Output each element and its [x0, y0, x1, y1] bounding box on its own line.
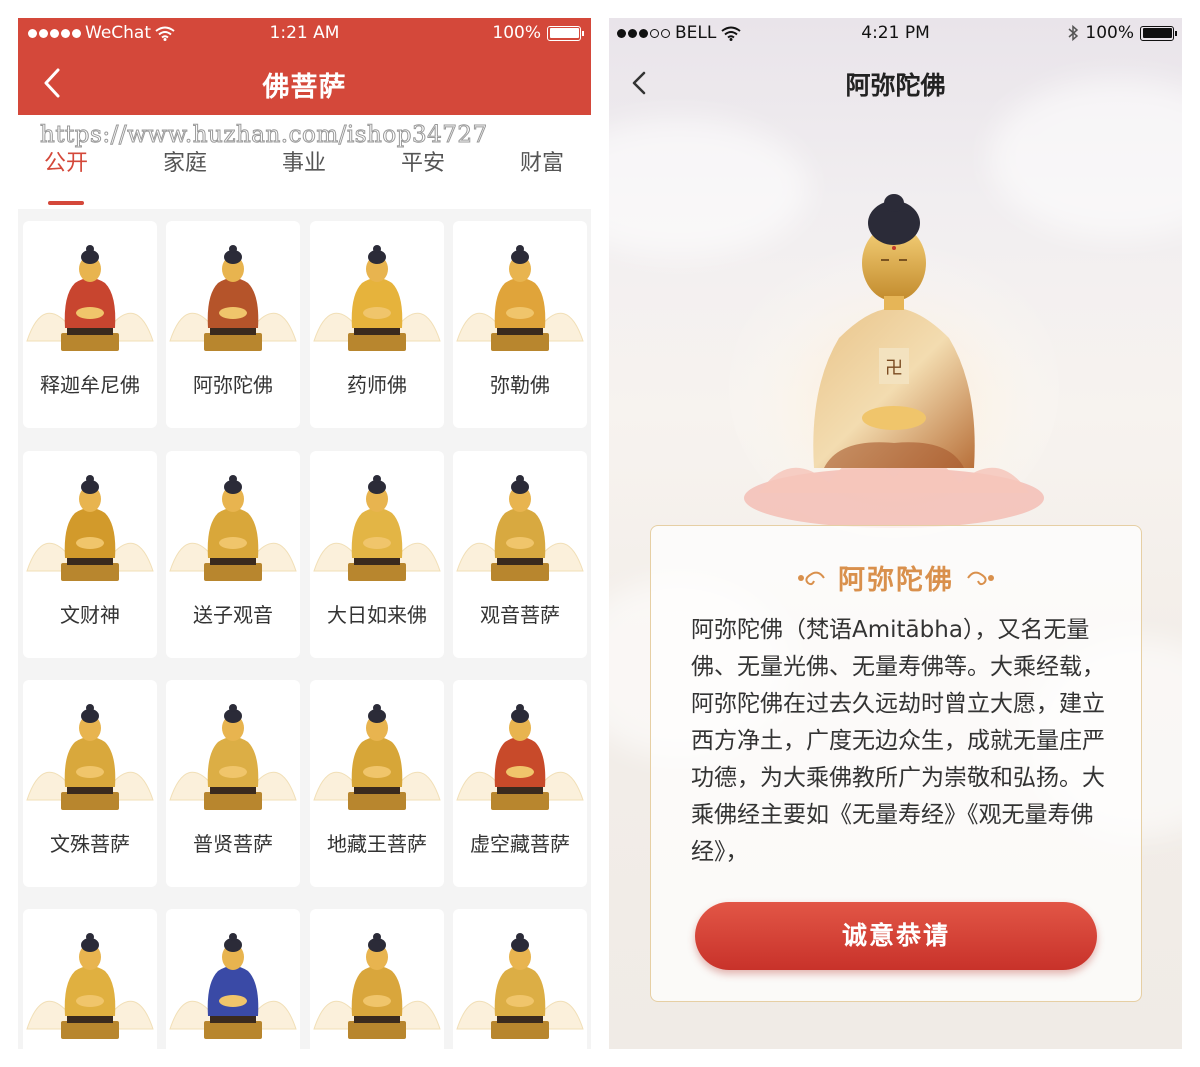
card-title: 阿弥陀佛 — [838, 565, 954, 596]
deity-name: 送子观音 — [193, 603, 273, 627]
deity-card[interactable]: 弥勒佛 — [453, 221, 587, 428]
svg-text:卍: 卍 — [885, 358, 903, 379]
tab-family[interactable]: 家庭 — [135, 145, 235, 177]
category-tabs: https://www.huzhan.com/ishop34727 公开 家庭 … — [18, 115, 591, 209]
deity-card[interactable] — [453, 909, 587, 1049]
deity-name: 观音菩萨 — [480, 603, 560, 627]
deity-statue-image — [313, 704, 441, 810]
deity-name: 释迦牟尼佛 — [40, 373, 140, 397]
deity-statue-image — [26, 245, 154, 351]
battery-percent: 100% — [1085, 23, 1134, 43]
card-title-row: 阿弥陀佛 — [651, 558, 1141, 597]
battery-icon — [547, 25, 584, 41]
battery-icon — [1140, 25, 1177, 41]
deity-statue-image — [169, 704, 297, 810]
deity-card[interactable] — [166, 909, 300, 1049]
deity-name: 弥勒佛 — [490, 373, 550, 397]
deity-statue-image — [456, 245, 584, 351]
status-bar: BELL 4:21 PM 100% — [609, 18, 1182, 48]
tab-public[interactable]: 公开 — [18, 145, 116, 177]
deity-card[interactable]: 普贤菩萨 — [166, 680, 300, 887]
deity-card[interactable] — [310, 909, 444, 1049]
deity-card[interactable]: 观音菩萨 — [453, 451, 587, 658]
status-bar: WeChat 1:21 AM 100% — [18, 18, 591, 48]
deity-detail-screen: BELL 4:21 PM 100% 阿弥陀佛 卍 阿弥陀佛 阿弥陀佛（梵语Ami… — [609, 18, 1182, 1049]
invite-button[interactable]: 诚意恭请 — [695, 902, 1097, 970]
deity-name: 药师佛 — [347, 373, 407, 397]
deity-statue-image — [456, 704, 584, 810]
deity-statue-image — [169, 245, 297, 351]
battery-percent: 100% — [492, 23, 541, 43]
deity-card[interactable]: 文财神 — [23, 451, 157, 658]
deity-card[interactable]: 送子观音 — [166, 451, 300, 658]
deity-name: 文财神 — [60, 603, 120, 627]
deity-statue-image — [456, 475, 584, 581]
deity-card[interactable]: 文殊菩萨 — [23, 680, 157, 887]
deity-statue-image — [26, 933, 154, 1039]
deity-card[interactable]: 释迦牟尼佛 — [23, 221, 157, 428]
deity-statue-image — [313, 245, 441, 351]
deity-card[interactable]: 药师佛 — [310, 221, 444, 428]
battery: 100% — [1067, 23, 1177, 43]
deity-name: 普贤菩萨 — [193, 832, 273, 856]
battery: 100% — [492, 23, 584, 43]
tab-wealth[interactable]: 财富 — [492, 145, 591, 177]
deity-statue-image — [26, 704, 154, 810]
deity-name: 虚空藏菩萨 — [470, 832, 570, 856]
deity-name: 文殊菩萨 — [50, 832, 130, 856]
deity-statue-image — [456, 933, 584, 1039]
tab-career[interactable]: 事业 — [254, 145, 354, 177]
deity-statue-image — [313, 475, 441, 581]
deity-card[interactable]: 阿弥陀佛 — [166, 221, 300, 428]
deity-card[interactable]: 虚空藏菩萨 — [453, 680, 587, 887]
deity-name: 阿弥陀佛 — [193, 373, 273, 397]
deity-description: 阿弥陀佛（梵语Amitābha），又名无量佛、无量光佛、无量寿佛等。大乘经载，阿… — [691, 617, 1105, 865]
deity-card[interactable]: 地藏王菩萨 — [310, 680, 444, 887]
deity-statue-image — [169, 475, 297, 581]
ornament-icon — [798, 571, 825, 585]
amitabha-statue-image: 卍 — [729, 194, 1059, 538]
deity-list-screen: WeChat 1:21 AM 100% 佛菩萨 https://www.huzh… — [18, 18, 591, 1049]
deity-card[interactable]: 大日如来佛 — [310, 451, 444, 658]
tab-safety[interactable]: 平安 — [373, 145, 473, 177]
deity-name: 地藏王菩萨 — [327, 832, 427, 856]
active-tab-indicator — [48, 201, 84, 205]
ornament-icon — [967, 571, 994, 585]
deity-card[interactable] — [23, 909, 157, 1049]
deity-statue-image — [26, 475, 154, 581]
deity-statue-image — [313, 933, 441, 1039]
bluetooth-icon — [1068, 24, 1079, 42]
page-title: 阿弥陀佛 — [845, 71, 946, 100]
nav-header: WeChat 1:21 AM 100% 佛菩萨 — [18, 18, 591, 115]
page-title: 佛菩萨 — [262, 72, 347, 103]
deity-statue-image — [169, 933, 297, 1039]
deity-name: 大日如来佛 — [327, 603, 427, 627]
